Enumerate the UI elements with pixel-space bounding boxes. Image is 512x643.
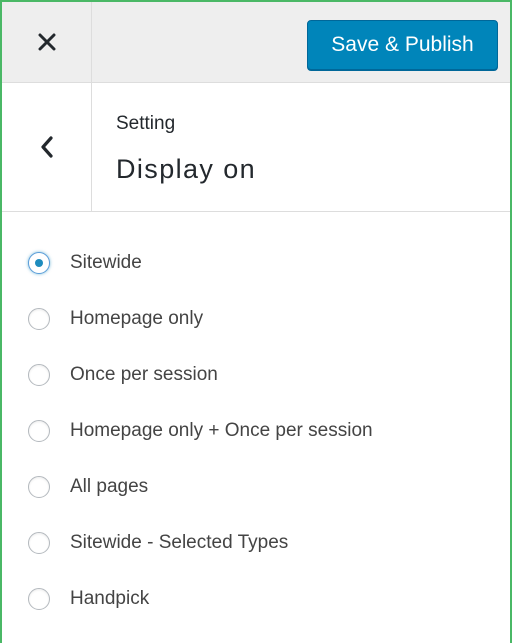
close-button[interactable] <box>2 2 92 82</box>
chevron-left-icon <box>40 136 53 158</box>
radio-label: Sitewide <box>70 252 142 273</box>
radio-option-handpick[interactable]: Handpick <box>28 588 149 610</box>
radio-option-once-per-session[interactable]: Once per session <box>28 364 218 386</box>
breadcrumb: Setting <box>116 113 176 134</box>
radio-option-homepage-once-per-session[interactable]: Homepage only + Once per session <box>28 420 373 442</box>
radio-option-all-pages[interactable]: All pages <box>28 476 148 498</box>
radio-label: Homepage only <box>70 308 204 329</box>
radio-label: Once per session <box>70 364 218 385</box>
radio-option-homepage-only[interactable]: Homepage only <box>28 308 203 330</box>
radio-label: Sitewide - Selected Types <box>70 532 289 553</box>
radio-button[interactable] <box>28 252 50 274</box>
customizer-header: Save & Publish <box>2 2 510 83</box>
save-publish-button[interactable]: Save & Publish <box>307 20 498 70</box>
radio-option-sitewide[interactable]: Sitewide <box>28 252 142 274</box>
radio-button[interactable] <box>28 588 50 610</box>
radio-button[interactable] <box>28 476 50 498</box>
radio-button[interactable] <box>28 308 50 330</box>
radio-button[interactable] <box>28 364 50 386</box>
radio-button[interactable] <box>28 532 50 554</box>
page-title: Display on <box>116 154 257 184</box>
radio-label: All pages <box>70 476 149 497</box>
radio-label: Homepage only + Once per session <box>70 420 373 441</box>
close-icon <box>38 33 55 51</box>
radio-label: Handpick <box>70 588 150 609</box>
radio-button[interactable] <box>28 420 50 442</box>
back-button[interactable] <box>2 83 92 211</box>
radio-option-sitewide-selected-types[interactable]: Sitewide - Selected Types <box>28 532 288 554</box>
section-header: Setting Display on <box>2 83 510 212</box>
customizer-panel: Save & Publish Setting Display on Sitewi… <box>0 0 512 643</box>
